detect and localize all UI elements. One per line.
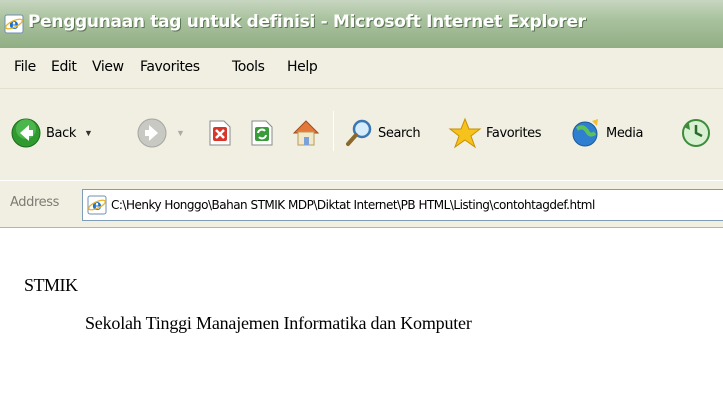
svg-text:e: e [92,196,102,214]
search-label: Search [378,125,421,141]
toolbar-separator [333,111,334,151]
media-icon [572,119,598,147]
definition-term: STMIK [24,275,78,295]
search-icon [346,119,372,146]
address-url: C:\Henky Honggo\Bahan STMIK MDP\Diktat I… [111,198,595,212]
favorites-button[interactable]: Favorites [448,117,542,149]
media-button[interactable]: Media [570,117,643,149]
back-button[interactable]: Back ▼ [10,117,93,149]
search-button[interactable]: Search [344,117,421,149]
menu-bar: File Edit View Favorites Tools Help [0,48,723,88]
ie-icon: e [4,14,24,34]
stop-button[interactable] [206,119,234,147]
media-label: Media [606,125,644,141]
menu-favorites[interactable]: Favorites [140,59,200,75]
stop-icon [209,120,231,146]
page-content: STMIK Sekolah Tinggi Manajemen Informati… [0,229,723,408]
home-button[interactable] [290,117,322,149]
back-label: Back [46,125,76,141]
menu-help[interactable]: Help [287,59,318,75]
address-bar: Address e C:\Henky Honggo\Bahan STMIK MD… [0,180,723,228]
home-icon [292,120,320,146]
forward-dropdown-icon[interactable]: ▼ [176,128,185,138]
window-title: Penggunaan tag untuk definisi - Microsof… [28,12,586,32]
favorites-icon [448,117,482,149]
refresh-icon [251,120,273,146]
menu-edit[interactable]: Edit [51,59,77,75]
toolbar: Back ▼ ▼ Search Favorites Media [0,88,723,180]
history-icon [682,119,710,147]
history-button[interactable] [680,117,712,149]
definition-description: Sekolah Tinggi Manajemen Informatika dan… [85,313,472,333]
menu-view[interactable]: View [92,59,124,75]
favorites-label: Favorites [486,125,542,141]
address-label: Address [10,195,59,210]
refresh-button[interactable] [248,119,276,147]
title-bar[interactable]: e Penggunaan tag untuk definisi - Micros… [0,0,723,48]
back-icon [11,118,41,148]
forward-icon [137,118,167,148]
menu-tools[interactable]: Tools [232,59,265,75]
back-dropdown-icon[interactable]: ▼ [84,128,93,138]
address-field[interactable]: e C:\Henky Honggo\Bahan STMIK MDP\Diktat… [82,189,723,221]
svg-text:e: e [9,15,19,33]
forward-button[interactable]: ▼ [136,117,185,149]
page-icon: e [87,195,107,215]
menu-file[interactable]: File [14,59,36,75]
